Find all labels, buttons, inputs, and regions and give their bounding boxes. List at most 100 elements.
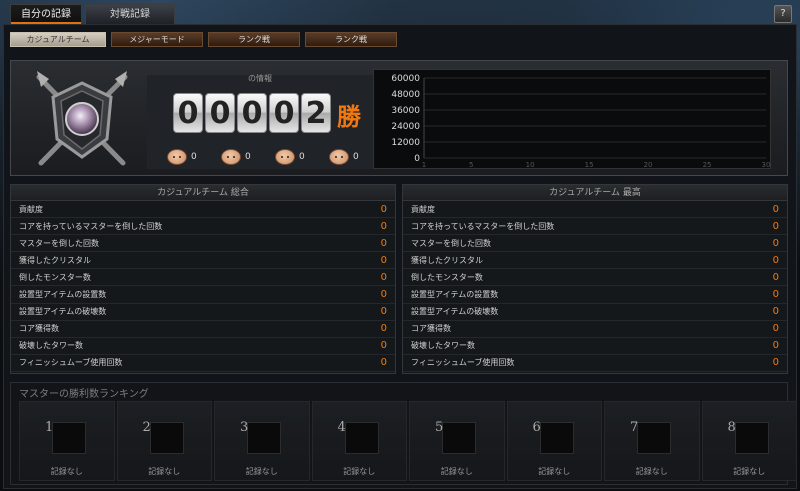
- master-portrait: [149, 422, 184, 454]
- ranking-slot[interactable]: 1 記録なし: [19, 401, 115, 481]
- help-button[interactable]: ?: [774, 5, 792, 23]
- master-portrait: [442, 422, 476, 454]
- rank-number: 8: [727, 420, 736, 435]
- row-label: マスターを倒した回数: [19, 238, 99, 248]
- row-label: 倒したモンスター数: [411, 272, 483, 282]
- ranking-slot[interactable]: 5 記録なし: [409, 401, 505, 481]
- table-row: コアを持っているマスターを倒した回数 0: [11, 218, 395, 236]
- table-row: 獲得したクリスタル 0: [11, 252, 395, 270]
- tab-match-record[interactable]: 対戦記録: [85, 4, 175, 24]
- row-value: 0: [380, 306, 387, 318]
- row-label: 破壊したタワー数: [411, 341, 475, 351]
- row-value: 0: [380, 340, 387, 352]
- table-row: 設置型アイテムの設置数 0: [403, 286, 787, 304]
- rank-label: 記録なし: [343, 467, 376, 476]
- table-row: 貢献度 0: [403, 201, 787, 219]
- stat-item: 0: [167, 149, 211, 165]
- x-tick-label: 30: [762, 161, 771, 169]
- master-win-ranking: マスターの勝利数ランキング 1 記録なし 2 記録なし 3 記録なし 4 記録なし 5 記録なし 6…: [10, 382, 797, 485]
- tab-major-mode[interactable]: メジャーモード: [111, 32, 203, 47]
- row-value: 0: [380, 203, 387, 215]
- stat-item: 0: [275, 149, 319, 165]
- stat-item: 0: [221, 149, 265, 165]
- ranking-slot[interactable]: 2 記録なし: [116, 401, 212, 481]
- row-value: 0: [772, 340, 779, 352]
- row-label: 貢献度: [411, 204, 435, 214]
- record-summary-panel: の情報 0 0 0 0 2 勝 0 0 0 0 0 12000 24000 36…: [10, 60, 788, 176]
- row-label: コアを持っているマスターを倒した回数: [411, 221, 555, 231]
- row-value: 0: [772, 289, 779, 301]
- tab-rank-match-2[interactable]: ランク戦: [305, 32, 397, 47]
- tab-rank-match-1[interactable]: ランク戦: [208, 32, 300, 47]
- ranking-slot[interactable]: 6 記録なし: [506, 401, 602, 481]
- row-label: 破壊したタワー数: [19, 341, 83, 351]
- table-row: フィニッシュムーブ使用回数 0: [403, 355, 787, 372]
- table-row: 設置型アイテムの設置数 0: [11, 286, 395, 304]
- total-stats-table: カジュアルチーム 総合 貢献度 0 コアを持っているマスターを倒した回数 0 マスターを…: [10, 184, 396, 374]
- row-label: 設置型アイテムの破壊数: [19, 307, 107, 317]
- row-label: 倒したモンスター数: [19, 272, 91, 282]
- row-value: 0: [772, 271, 779, 283]
- rank-label: 記録なし: [440, 467, 473, 476]
- record-chart: 0 12000 24000 36000 48000 60000 1 5 10 15 20 25 30: [373, 69, 771, 169]
- stat-value: 0: [245, 152, 251, 162]
- row-value: 0: [380, 220, 387, 232]
- ranking-slot[interactable]: 4 記録なし: [311, 401, 407, 481]
- master-portrait: [539, 422, 574, 454]
- win-digit: 0: [173, 93, 203, 133]
- table-title: カジュアルチーム 最高: [403, 185, 787, 201]
- ranking-slot[interactable]: 7 記録なし: [604, 401, 700, 481]
- table-row: 獲得したクリスタル 0: [403, 252, 787, 270]
- table-row: コア獲得数 0: [403, 321, 787, 338]
- ranking-slot[interactable]: 8 記録なし: [701, 401, 797, 481]
- win-digit: 2: [301, 93, 331, 133]
- win-digit: 0: [237, 93, 267, 133]
- x-tick-label: 15: [585, 161, 594, 169]
- rank-label: 記録なし: [50, 467, 83, 476]
- table-row: コア獲得数 0: [11, 321, 395, 338]
- row-label: 設置型アイテムの破壊数: [411, 307, 499, 317]
- best-stats-table: カジュアルチーム 最高 貢献度 0 コアを持っているマスターを倒した回数 0 マスターを…: [402, 184, 788, 374]
- x-tick-label: 20: [644, 161, 653, 169]
- table-title: カジュアルチーム 総合: [11, 185, 395, 201]
- row-value: 0: [772, 237, 779, 249]
- top-tab-bar: 自分の記録 対戦記録: [10, 4, 175, 24]
- tab-casual-team[interactable]: カジュアルチーム: [10, 32, 106, 47]
- rank-label: 記録なし: [538, 467, 571, 476]
- row-value: 0: [380, 323, 387, 335]
- tab-my-record[interactable]: 自分の記録: [10, 4, 82, 24]
- x-tick-label: 5: [469, 161, 473, 169]
- table-row: 設置型アイテムの破壊数 0: [403, 304, 787, 321]
- row-value: 0: [772, 306, 779, 318]
- ranking-slot[interactable]: 3 記録なし: [214, 401, 310, 481]
- table-row: マスターを倒した回数 0: [11, 235, 395, 253]
- row-label: コア獲得数: [411, 324, 451, 334]
- table-row: 倒したモンスター数 0: [11, 269, 395, 287]
- row-label: コアを持っているマスターを倒した回数: [19, 221, 163, 231]
- y-tick-label: 48000: [391, 90, 420, 100]
- y-tick-label: 36000: [391, 106, 420, 116]
- win-count-box: の情報 0 0 0 0 2 勝 0 0 0 0: [147, 74, 373, 169]
- row-value: 0: [380, 289, 387, 301]
- row-label: マスターを倒した回数: [411, 238, 491, 248]
- row-label: 貢献度: [19, 204, 43, 214]
- row-value: 0: [772, 203, 779, 215]
- row-label: フィニッシュムーブ使用回数: [411, 358, 515, 368]
- table-row: フィニッシュムーブ使用回数 0: [11, 355, 395, 372]
- win-digit: 0: [269, 93, 299, 133]
- crossed-swords-emblem-icon: [27, 67, 137, 173]
- ranking-slots: 1 記録なし 2 記録なし 3 記録なし 4 記録なし 5 記録なし 6 記録なし 7 記録なし 8 記録なし: [19, 401, 797, 481]
- row-label: 獲得したクリスタル: [19, 255, 91, 265]
- stat-value: 0: [353, 152, 359, 162]
- rank-number: 6: [532, 420, 541, 435]
- rank-number: 3: [240, 420, 249, 435]
- table-row: コアを持っているマスターを倒した回数 0: [403, 218, 787, 236]
- master-portrait: [247, 422, 281, 454]
- character-face-icon: [275, 149, 295, 165]
- y-tick-label: 24000: [391, 122, 420, 132]
- row-value: 0: [772, 220, 779, 232]
- row-value: 0: [380, 271, 387, 283]
- win-suffix: 勝: [337, 102, 361, 131]
- table-row: 倒したモンスター数 0: [403, 269, 787, 287]
- character-face-icon: [167, 149, 187, 165]
